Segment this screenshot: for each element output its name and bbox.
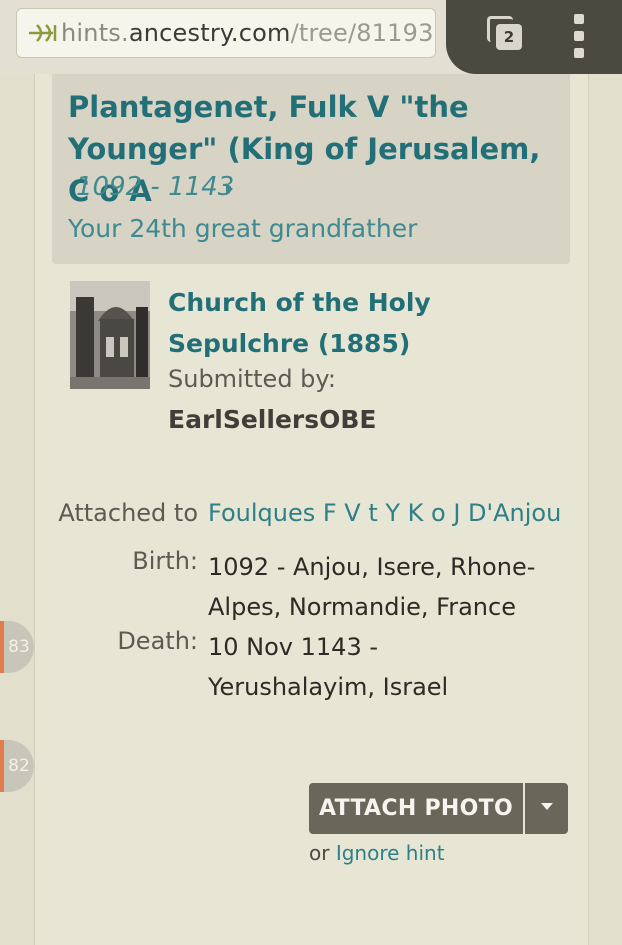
overflow-menu-icon[interactable] [570, 14, 590, 58]
relationship-text: Your 24th great grandfather [68, 214, 418, 243]
person-lifespan[interactable]: 1092 - 1143 [76, 172, 234, 202]
right-gutter [588, 74, 622, 945]
browser-actions-area [446, 0, 622, 74]
tab-switcher-button[interactable]: 2 [496, 24, 522, 50]
birth-label: Birth: [132, 547, 198, 575]
submitted-by-label: Submitted by: [168, 365, 336, 393]
photo-thumbnail[interactable] [70, 281, 150, 389]
death-label: Death: [117, 627, 198, 655]
attached-person-link[interactable]: Foulques F V t Y K o J D'Anjou [208, 499, 561, 527]
address-bar[interactable]: hints.ancestry.com/tree/81193 [16, 8, 436, 58]
attach-options-dropdown[interactable] [525, 783, 568, 834]
url-domain: ancestry.com [128, 19, 291, 47]
url-path: /tree/81193 [290, 19, 434, 47]
attach-photo-button[interactable]: ATTACH PHOTO [309, 783, 523, 834]
or-text: or [309, 841, 330, 865]
ancestry-leaf-icon [29, 24, 57, 42]
ignore-hint-line: or Ignore hint [309, 841, 445, 865]
submitter-name: EarlSellersOBE [168, 405, 377, 434]
expand-arrow-icon[interactable] [226, 183, 233, 195]
photo-title-link[interactable]: Church of the Holy Sepulchre (1885) [168, 282, 548, 364]
birth-value: 1092 - Anjou, Isere, Rhone-Alpes, Norman… [208, 553, 536, 621]
caret-down-icon [541, 803, 553, 810]
ignore-hint-link[interactable]: Ignore hint [336, 841, 445, 865]
url-subdomain: hints. [61, 19, 129, 47]
attached-to-label: Attached to [58, 499, 198, 527]
death-value: 10 Nov 1143 - Yerushalayim, Israel [208, 633, 449, 701]
url-text: hints.ancestry.com/tree/81193 [61, 19, 434, 47]
left-gutter [0, 74, 35, 945]
